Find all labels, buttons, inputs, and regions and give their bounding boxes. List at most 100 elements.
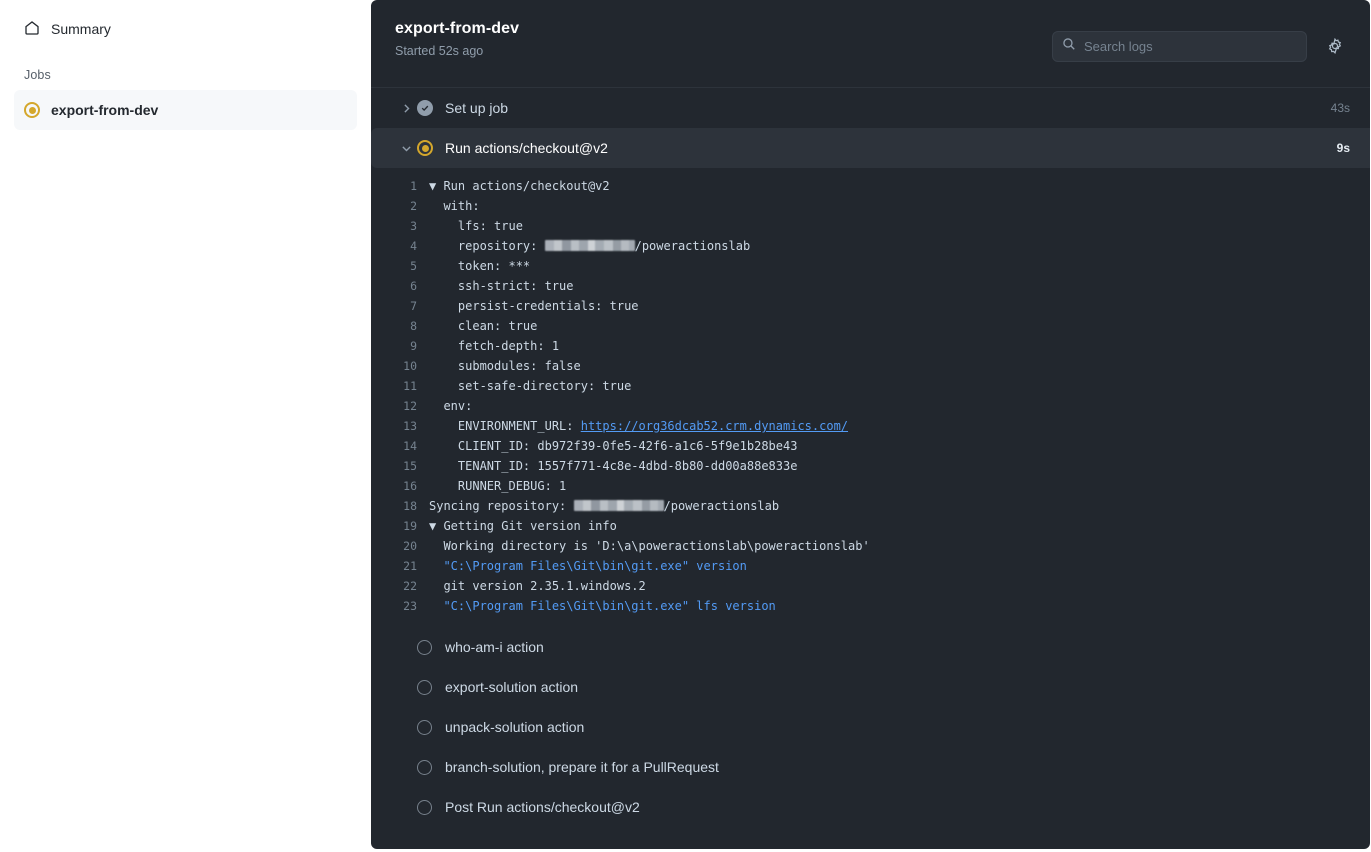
sidebar-item-export-from-dev[interactable]: export-from-dev: [14, 90, 357, 130]
gear-icon[interactable]: [1323, 34, 1347, 58]
sidebar: Summary Jobs export-from-dev: [0, 0, 371, 852]
log-text-segment: clean: true: [429, 319, 537, 333]
chevron-down-icon[interactable]: [395, 142, 417, 155]
log-line-number: 14: [371, 436, 429, 456]
log-line: 5 token: ***: [371, 256, 1370, 276]
step-row-pending[interactable]: Post Run actions/checkout@v2: [371, 787, 1370, 827]
log-line-number: 22: [371, 576, 429, 596]
log-text-segment: ▼ Getting Git version info: [429, 519, 617, 533]
log-line: 18Syncing repository: /poweractionslab: [371, 496, 1370, 516]
log-text-segment: repository:: [429, 239, 545, 253]
log-text-segment: /poweractionslab: [635, 239, 751, 253]
log-line-text: RUNNER_DEBUG: 1: [429, 476, 566, 496]
step-row-pending[interactable]: export-solution action: [371, 667, 1370, 707]
log-line-number: 7: [371, 296, 429, 316]
log-line: 2 with:: [371, 196, 1370, 216]
log-line-text: TENANT_ID: 1557f771-4c8e-4dbd-8b80-dd00a…: [429, 456, 797, 476]
log-line: 6 ssh-strict: true: [371, 276, 1370, 296]
redacted-text: [574, 500, 664, 511]
log-line-text: "C:\Program Files\Git\bin\git.exe" lfs v…: [429, 596, 776, 616]
log-line-text: ▼ Run actions/checkout@v2: [429, 176, 610, 196]
redacted-text: [545, 240, 635, 251]
step-row-pending[interactable]: unpack-solution action: [371, 707, 1370, 747]
log-line: 11 set-safe-directory: true: [371, 376, 1370, 396]
step-row-pending[interactable]: who-am-i action: [371, 627, 1370, 667]
step-row-run-actions-checkout[interactable]: Run actions/checkout@v2 9s: [371, 128, 1370, 168]
log-text-segment: lfs: true: [429, 219, 523, 233]
log-line: 23 "C:\Program Files\Git\bin\git.exe" lf…: [371, 596, 1370, 616]
log-line: 10 submodules: false: [371, 356, 1370, 376]
log-line-text: Working directory is 'D:\a\poweractionsl…: [429, 536, 870, 556]
log-line: 12 env:: [371, 396, 1370, 416]
log-line-number: 19: [371, 516, 429, 536]
step-label: Set up job: [445, 100, 1331, 116]
log-line-number: 4: [371, 236, 429, 256]
log-line-text: with:: [429, 196, 480, 216]
log-line-text: ▼ Getting Git version info: [429, 516, 617, 536]
step-label: branch-solution, prepare it for a PullRe…: [445, 759, 1370, 775]
log-line: 4 repository: /poweractionslab: [371, 236, 1370, 256]
log-line-number: 2: [371, 196, 429, 216]
log-line-text: env:: [429, 396, 472, 416]
pending-steps-list: who-am-i action export-solution actionunp…: [371, 622, 1370, 827]
chevron-right-icon[interactable]: [395, 102, 417, 115]
log-text-segment: set-safe-directory: true: [429, 379, 631, 393]
step-label: who-am-i action: [445, 639, 1370, 655]
status-pending-icon: [417, 680, 445, 695]
in-progress-icon: [24, 102, 40, 118]
status-in-progress-icon: [417, 140, 445, 156]
search-input[interactable]: [1084, 39, 1297, 54]
status-pending-icon: [417, 640, 445, 655]
log-text-segment: persist-credentials: true: [429, 299, 639, 313]
log-line-text: ssh-strict: true: [429, 276, 574, 296]
sidebar-item-summary-label: Summary: [51, 21, 111, 37]
log-line-text: repository: /poweractionslab: [429, 236, 750, 256]
log-line: 9 fetch-depth: 1: [371, 336, 1370, 356]
step-row-set-up-job[interactable]: Set up job 43s: [371, 88, 1370, 128]
log-line-number: 6: [371, 276, 429, 296]
panel-header: export-from-dev Started 52s ago: [371, 0, 1370, 88]
log-output[interactable]: 1▼ Run actions/checkout@v22 with:3 lfs: …: [371, 168, 1370, 622]
step-label: Post Run actions/checkout@v2: [445, 799, 1370, 815]
log-line-text: ENVIRONMENT_URL: https://org36dcab52.crm…: [429, 416, 848, 436]
log-line-number: 1: [371, 176, 429, 196]
search-box[interactable]: [1052, 31, 1307, 62]
log-line-number: 23: [371, 596, 429, 616]
log-text-segment: RUNNER_DEBUG: 1: [429, 479, 566, 493]
log-line-text: token: ***: [429, 256, 530, 276]
log-text-segment: "C:\Program Files\Git\bin\git.exe" versi…: [429, 559, 747, 573]
log-line-number: 16: [371, 476, 429, 496]
step-duration: 9s: [1337, 141, 1350, 155]
log-text-segment: ssh-strict: true: [429, 279, 574, 293]
step-label: Run actions/checkout@v2: [445, 140, 1337, 156]
log-text-segment: git version 2.35.1.windows.2: [429, 579, 646, 593]
log-link[interactable]: https://org36dcab52.crm.dynamics.com/: [581, 419, 848, 433]
log-line: 8 clean: true: [371, 316, 1370, 336]
status-pending-icon: [417, 720, 445, 735]
log-line-number: 13: [371, 416, 429, 436]
log-line-text: submodules: false: [429, 356, 581, 376]
log-text-segment: env:: [429, 399, 472, 413]
log-line: 19▼ Getting Git version info: [371, 516, 1370, 536]
log-line: 15 TENANT_ID: 1557f771-4c8e-4dbd-8b80-dd…: [371, 456, 1370, 476]
log-line-number: 20: [371, 536, 429, 556]
log-line: 16 RUNNER_DEBUG: 1: [371, 476, 1370, 496]
log-line-number: 3: [371, 216, 429, 236]
log-line-text: lfs: true: [429, 216, 523, 236]
log-line: 20 Working directory is 'D:\a\poweractio…: [371, 536, 1370, 556]
status-pending-icon: [417, 760, 445, 775]
log-text-segment: TENANT_ID: 1557f771-4c8e-4dbd-8b80-dd00a…: [429, 459, 797, 473]
log-text-segment: Syncing repository:: [429, 499, 574, 513]
step-row-pending[interactable]: branch-solution, prepare it for a PullRe…: [371, 747, 1370, 787]
log-text-segment: ▼ Run actions/checkout@v2: [429, 179, 610, 193]
sidebar-item-summary[interactable]: Summary: [14, 14, 357, 44]
log-line-number: 10: [371, 356, 429, 376]
log-text-segment: CLIENT_ID: db972f39-0fe5-42f6-a1c6-5f9e1…: [429, 439, 797, 453]
log-line: 7 persist-credentials: true: [371, 296, 1370, 316]
log-text-segment: fetch-depth: 1: [429, 339, 559, 353]
log-line-number: 8: [371, 316, 429, 336]
log-text-segment: "C:\Program Files\Git\bin\git.exe" lfs v…: [429, 599, 776, 613]
log-line-number: 15: [371, 456, 429, 476]
log-text-segment: /poweractionslab: [664, 499, 780, 513]
search-icon: [1062, 37, 1076, 56]
